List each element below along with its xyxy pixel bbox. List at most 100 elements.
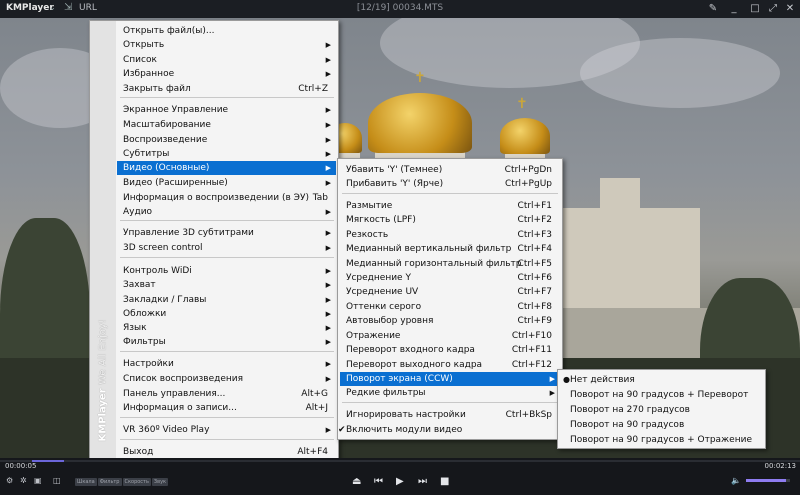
url-button[interactable]: URL [79,3,97,13]
menu-item[interactable]: Обложки ▶ [117,307,336,321]
eject-icon[interactable]: ⏏ [352,476,361,487]
menu-item-label: Список воспроизведения [123,374,244,384]
previous-icon[interactable]: ⏮ [374,476,383,487]
video-menu-item-shortcut: Ctrl+PgDn [504,165,552,175]
video-menu-item[interactable]: ✔ Включить модули видео [338,423,560,437]
menu-item-label: 3D screen control [123,243,203,253]
minimize-icon[interactable]: _ [727,1,741,17]
rotate-option[interactable]: Поворот на 270 градусов [560,403,763,417]
menu-item[interactable]: Экранное Управление ▶ [117,103,336,117]
video-menu-item[interactable]: Мягкость (LPF) Ctrl+F2 [340,213,560,227]
video-menu-item[interactable]: Медианный горизонтальный фильтр Ctrl+F5 [340,257,560,271]
menu-item[interactable]: Масштабирование ▶ [117,118,336,132]
video-menu-item[interactable]: Редкие фильтры ▶ [340,386,560,400]
vr-icon[interactable]: ◫ [53,476,61,485]
volume-slider[interactable] [746,479,790,482]
video-menu-item[interactable]: Поворот экрана (CCW) ▶ [340,372,560,386]
video-menu-item-shortcut: Ctrl+F1 [517,201,552,211]
video-menu-item[interactable]: Оттенки серого Ctrl+F8 [340,300,560,314]
video-menu-item[interactable]: Размытие Ctrl+F1 [340,199,560,213]
pin-window-icon[interactable]: ✎ [706,1,720,17]
video-basic-submenu: Убавить 'Y' (Темнее) Ctrl+PgDn Прибавить '… [337,158,563,440]
video-menu-item-label: Медианный вертикальный фильтр [346,244,512,254]
seek-bar[interactable] [0,460,800,462]
menu-item[interactable]: Воспроизведение ▶ [117,133,336,147]
video-menu-item-shortcut: Ctrl+F3 [517,230,552,240]
video-menu-item[interactable]: Переворот входного кадра Ctrl+F11 [340,343,560,357]
rotate-option[interactable]: Поворот на 90 градусов [560,418,763,432]
video-menu-item[interactable]: Автовыбор уровня Ctrl+F9 [340,314,560,328]
menu-item[interactable]: Закладки / Главы ▶ [117,293,336,307]
chevron-right-icon: ▶ [325,41,331,49]
fullscreen-icon[interactable]: ⤢ [766,1,780,17]
video-menu-item[interactable]: Переворот выходного кадра Ctrl+F12 [340,358,560,372]
video-menu-item-shortcut: Ctrl+F12 [511,360,552,370]
file-title: [12/19] 00034.MTS [356,3,444,13]
kmplayer-logo[interactable]: KMPlayer [6,3,54,13]
video-menu-item-shortcut: Ctrl+BkSp [505,410,552,420]
menu-item[interactable]: Настройки ▶ [117,357,336,371]
menu-item[interactable]: Контроль WiDi ▶ [117,264,336,278]
video-menu-item[interactable]: Убавить 'Y' (Темнее) Ctrl+PgDn [340,163,560,177]
menu-item[interactable]: Видео (Основные) ▶ [117,161,336,175]
menu-item[interactable]: Захват ▶ [117,278,336,292]
menu-item[interactable]: 3D screen control ▶ [117,241,336,255]
chevron-down-icon[interactable]: ⌄ [49,3,56,12]
menu-item[interactable]: Избранное ▶ [117,67,336,81]
video-menu-item[interactable]: Резкость Ctrl+F3 [340,228,560,242]
title-bar: KMPlayer ⌄ ⇲ URL [12/19] 00034.MTS ✎ _ □… [0,0,800,18]
menu-item[interactable]: VR 360º Video Play ▶ [117,423,336,437]
next-icon[interactable]: ⏭ [418,476,427,487]
menu-item[interactable]: Открыть ▶ [117,38,336,52]
video-menu-item[interactable]: Медианный вертикальный фильтр Ctrl+F4 [340,242,560,256]
video-menu-item[interactable]: Игнорировать настройки Ctrl+BkSp [340,408,560,422]
menu-item[interactable]: Видео (Расширенные) ▶ [117,176,336,190]
status-badge[interactable]: Шкала [75,478,97,486]
menu-item[interactable]: Язык ▶ [117,321,336,335]
volume-icon[interactable]: 🔈 [731,476,741,485]
rotate-option[interactable]: ● Нет действия [560,373,763,387]
menu-item[interactable]: Список ▶ [117,53,336,67]
menu-item[interactable]: Открыть файл(ы)... [117,24,336,38]
close-icon[interactable]: ✕ [783,1,797,17]
menu-item[interactable]: Панель управления... Alt+G [117,387,336,401]
video-menu-item[interactable]: Усреднение UV Ctrl+F7 [340,285,560,299]
status-badge[interactable]: Скорость [122,478,151,486]
status-badge[interactable]: Звук [151,478,169,486]
menu-item[interactable]: Аудио ▶ [117,205,336,219]
chevron-right-icon: ▶ [325,106,331,114]
pin-icon[interactable]: ⇲ [64,2,72,13]
menu-item-label: Открыть файл(ы)... [123,26,215,36]
maximize-icon[interactable]: □ [748,1,762,17]
menu-item[interactable]: Информация о записи... Alt+J [117,401,336,415]
play-icon[interactable]: ▶ [396,476,404,487]
menu-item[interactable]: Список воспроизведения ▶ [117,372,336,386]
video-menu-item-shortcut: Ctrl+F6 [517,273,552,283]
gear-icon[interactable]: ✲ [20,476,27,485]
video-menu-item[interactable]: Усреднение Y Ctrl+F6 [340,271,560,285]
capture-icon[interactable]: ▣ [34,476,42,485]
rotate-submenu: ● Нет действия Поворот на 90 градусов + Пе… [557,369,766,449]
menu-item[interactable]: Закрыть файл Ctrl+Z [117,82,336,96]
rotate-option[interactable]: Поворот на 90 градусов + Переворот [560,388,763,402]
video-menu-item-shortcut: Ctrl+F2 [517,215,552,225]
rotate-option[interactable]: Поворот на 90 градусов + Отражение [560,433,763,447]
video-menu-item[interactable]: Прибавить 'Y' (Ярче) Ctrl+PgUp [340,177,560,191]
menu-item[interactable]: Управление 3D субтитрами ▶ [117,226,336,240]
menu-item[interactable]: Выход Alt+F4 [117,445,336,459]
chevron-right-icon: ▶ [325,70,331,78]
menu-item[interactable]: Субтитры ▶ [117,147,336,161]
menu-item[interactable]: Фильтры ▶ [117,335,336,349]
menu-item[interactable]: Информация о воспроизведении (в ЭУ) Tab [117,191,336,205]
chevron-right-icon: ▶ [325,267,331,275]
menu-item-label: VR 360º Video Play [123,425,210,435]
settings-icon[interactable]: ⚙ [6,476,13,485]
video-menu-item-label: Переворот входного кадра [346,345,475,355]
stop-icon[interactable]: ■ [440,476,449,487]
menu-item-label: Избранное [123,69,175,79]
video-menu-item[interactable]: Отражение Ctrl+F10 [340,329,560,343]
video-menu-item-label: Резкость [346,230,389,240]
menu-item-label: Захват [123,280,156,290]
status-badge[interactable]: Фильтр [97,478,122,486]
chevron-right-icon: ▶ [325,375,331,383]
